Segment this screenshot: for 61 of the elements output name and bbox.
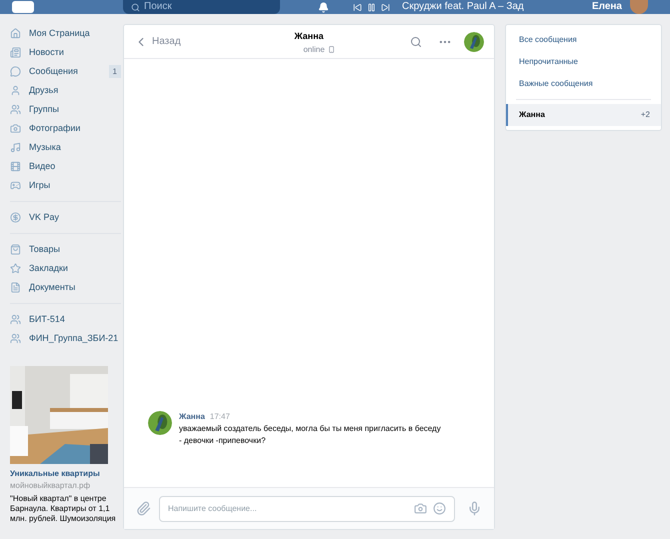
filter-link[interactable]: Все сообщения <box>506 29 661 51</box>
star-icon <box>10 263 21 274</box>
filter-link[interactable]: Важные сообщения <box>506 73 661 95</box>
pause-icon[interactable] <box>367 2 376 12</box>
people-icon <box>10 333 21 344</box>
chat-title: Жанна <box>294 30 324 43</box>
search-icon <box>131 2 140 12</box>
sidebar-item[interactable]: Новости <box>10 43 121 62</box>
sidebar-item[interactable]: ФИН_Группа_ЗБИ-21 <box>10 329 121 348</box>
sender-avatar <box>148 411 172 435</box>
sender-name[interactable]: Жанна <box>179 411 205 423</box>
previous-icon[interactable] <box>353 2 362 12</box>
search-field[interactable]: Поиск <box>144 0 264 14</box>
people-icon <box>10 314 21 325</box>
search-icon[interactable] <box>410 36 422 48</box>
sidebar-item[interactable]: Группы <box>10 100 121 119</box>
sidebar-item[interactable]: БИТ-514 <box>10 310 121 329</box>
message-input[interactable]: Напишите сообщение... <box>168 502 408 514</box>
smiley-icon[interactable] <box>433 502 446 515</box>
sidebar-item[interactable]: Товары <box>10 240 121 259</box>
camera-icon[interactable] <box>414 502 427 515</box>
sidebar-item[interactable]: Фотографии <box>10 119 121 138</box>
bell-icon[interactable] <box>318 2 329 12</box>
message-text: уважаемый создатель беседы, могла бы ты меня пригласить в беседу - девочки -припевочки? <box>179 423 442 447</box>
bag-icon <box>10 244 21 255</box>
conversation-item[interactable]: Жанна +2 <box>506 104 661 126</box>
online-status: online <box>303 44 325 56</box>
chat-avatar <box>464 32 484 52</box>
sidebar-item[interactable]: VK Pay <box>10 208 121 227</box>
chat-bubble-icon <box>10 66 21 77</box>
people-icon <box>10 104 21 115</box>
camera-icon <box>10 123 21 134</box>
sidebar-item[interactable]: Музыка <box>10 138 121 157</box>
user-name[interactable]: Елена <box>592 0 622 14</box>
home-icon <box>10 28 21 39</box>
search-bar[interactable]: Поиск <box>123 0 280 14</box>
composer-bar[interactable]: Напишите сообщение... <box>159 496 455 522</box>
filter-link[interactable]: Непрочитанные <box>506 51 661 73</box>
sidebar-item[interactable]: Сообщения 1 <box>10 62 121 81</box>
music-note-icon <box>10 142 21 153</box>
phone-icon <box>328 46 335 53</box>
sidebar-item[interactable]: Закладки <box>10 259 121 278</box>
sidebar-item[interactable]: Документы <box>10 278 121 297</box>
sidebar-item[interactable]: Моя Страница <box>10 24 121 43</box>
person-icon <box>10 85 21 96</box>
newspaper-icon <box>10 47 21 58</box>
unread-badge: 1 <box>108 65 121 78</box>
sidebar-item[interactable]: Друзья <box>10 81 121 100</box>
paperclip-icon[interactable] <box>136 501 151 516</box>
document-icon <box>10 282 21 293</box>
film-icon <box>10 161 21 172</box>
gamepad-icon <box>10 180 21 191</box>
coin-icon <box>10 212 21 223</box>
track-title[interactable]: Скруджи feat. Paul A – Зад <box>402 0 524 14</box>
sidebar-item[interactable]: Видео <box>10 157 121 176</box>
sidebar-item[interactable]: Игры <box>10 176 121 195</box>
message-time: 17:47 <box>210 411 230 423</box>
ad-title[interactable]: Уникальные квартиры <box>10 468 121 480</box>
next-icon[interactable] <box>381 2 390 12</box>
ad-text: "Новый квартал" в центре Барнаула. Квартиры от 1,1 млн. рублей. Шумоизоляция <box>10 494 117 524</box>
microphone-icon[interactable] <box>467 501 482 516</box>
